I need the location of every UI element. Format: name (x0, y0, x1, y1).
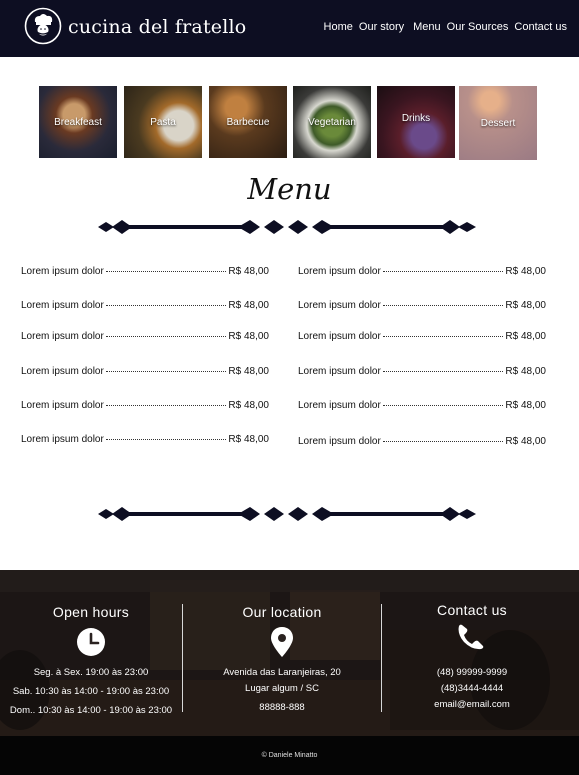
nav-menu[interactable]: Menu (413, 21, 441, 33)
address-line: Lugar algum / SC (245, 683, 319, 694)
menu-item: Lorem ipsum dolor R$ 48,00 (21, 400, 269, 411)
clock-icon (77, 628, 105, 656)
menu-item: Lorem ipsum dolor R$ 48,00 (298, 331, 546, 342)
nav-our-sources[interactable]: Our Sources (447, 21, 509, 33)
menu-item: Lorem ipsum dolor R$ 48,00 (298, 436, 546, 447)
category-drinks[interactable]: Drinks (377, 86, 455, 158)
email-link[interactable]: email@email.com (382, 695, 562, 714)
menu-item: Lorem ipsum dolor R$ 48,00 (298, 366, 546, 377)
site-header: cucina del fratello Home Our story Menu … (0, 0, 579, 57)
hours-line: Seg. à Sex. 19:00 às 23:00 (33, 667, 149, 678)
location-title: Our location (242, 604, 322, 620)
menu-item: Lorem ipsum dolor R$ 48,00 (21, 366, 269, 377)
menu-item: Lorem ipsum dolor R$ 48,00 (298, 400, 546, 411)
hours-line: Dom.. 10:30 às 14:00 - 19:00 às 23:00 (9, 705, 173, 716)
nav-home[interactable]: Home (324, 21, 353, 33)
ornamental-divider-bottom (98, 507, 476, 521)
nav-our-story[interactable]: Our story (359, 21, 404, 33)
open-hours-title: Open hours (52, 604, 130, 620)
site-footer: Open hours Seg. à Sex. 19:00 às 23:00 Sa… (0, 570, 579, 736)
category-vegetarian[interactable]: Vegetarian (293, 86, 371, 158)
menu-title: Menu (247, 172, 332, 206)
main-nav: Home Our story Menu Our Sources Contact … (324, 21, 567, 33)
menu-item: Lorem ipsum dolor R$ 48,00 (298, 300, 546, 311)
hours-line: Sab. 10:30 às 14:00 - 19:00 às 23:00 (12, 686, 170, 697)
nav-contact-us[interactable]: Contact us (514, 21, 567, 33)
category-tiles: Breakfeast Pasta Barbecue Vegetarian Dri… (39, 86, 539, 161)
contact-section: Contact us (48) 99999-9999 (48)3444-4444… (382, 570, 562, 736)
ornamental-divider-top (98, 220, 476, 234)
category-dessert[interactable]: Dessert (459, 86, 537, 160)
contact-title: Contact us (437, 602, 507, 618)
menu-item: Lorem ipsum dolor R$ 48,00 (21, 266, 269, 277)
copyright-text: © Daniele Minatto (261, 752, 318, 759)
address-line: 88888-888 (259, 702, 305, 713)
menu-item: Lorem ipsum dolor R$ 48,00 (21, 300, 269, 311)
menu-item: Lorem ipsum dolor R$ 48,00 (21, 434, 269, 445)
open-hours-section: Open hours Seg. à Sex. 19:00 às 23:00 Sa… (0, 570, 182, 736)
location-section: Our location Avenida das Laranjeiras, 20… (183, 570, 381, 736)
brand-name[interactable]: cucina del fratello (68, 16, 246, 38)
chef-logo-icon[interactable] (24, 7, 62, 45)
phone-icon (458, 624, 484, 650)
map-pin-icon (271, 627, 293, 657)
category-barbecue[interactable]: Barbecue (209, 86, 287, 158)
menu-item: Lorem ipsum dolor R$ 48,00 (298, 266, 546, 277)
category-breakfeast[interactable]: Breakfeast (39, 86, 117, 158)
menu-item: Lorem ipsum dolor R$ 48,00 (21, 331, 269, 342)
category-pasta[interactable]: Pasta (124, 86, 202, 158)
